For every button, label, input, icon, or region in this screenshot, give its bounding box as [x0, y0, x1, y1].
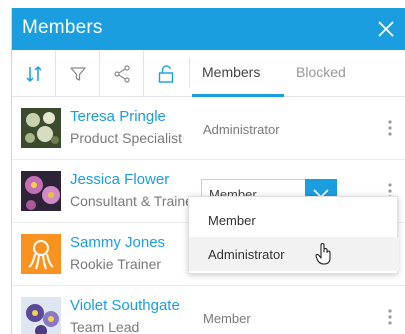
panel-title: Members — [22, 17, 103, 38]
member-title: Team Lead — [70, 319, 140, 334]
avatar — [21, 297, 61, 334]
sort-button[interactable] — [12, 50, 56, 97]
filter-button[interactable] — [56, 50, 100, 97]
share-button[interactable] — [100, 50, 144, 97]
avatar — [21, 234, 61, 274]
member-title: Consultant & Trainer — [70, 193, 198, 209]
member-row[interactable]: Teresa Pringle Product Specialist Admini… — [12, 97, 405, 160]
avatar — [21, 171, 61, 211]
filter-icon — [69, 66, 86, 81]
member-title: Rookie Trainer — [70, 256, 162, 272]
role-dropdown-menu: Member Administrator — [188, 196, 399, 274]
role-option-member[interactable]: Member — [189, 203, 399, 237]
unlock-button[interactable] — [144, 50, 188, 97]
more-options-icon[interactable] — [387, 308, 393, 326]
more-options-icon[interactable] — [387, 119, 393, 137]
role-option-administrator[interactable]: Administrator — [189, 237, 399, 271]
share-icon — [113, 64, 130, 83]
tab-blocked[interactable]: Blocked — [296, 64, 346, 80]
member-role[interactable]: Member — [203, 311, 251, 326]
hand-cursor-icon — [315, 243, 331, 265]
members-panel: Members Members Blocked Teresa Pringle P… — [11, 8, 405, 334]
panel-header: Members — [12, 8, 405, 50]
member-role[interactable]: Administrator — [203, 122, 280, 137]
unlock-icon — [158, 64, 174, 83]
member-row[interactable]: Violet Southgate Team Lead Member — [12, 286, 405, 334]
toolbar-divider — [189, 58, 190, 88]
avatar — [21, 108, 61, 148]
member-name[interactable]: Violet Southgate — [70, 297, 180, 314]
close-icon[interactable] — [376, 19, 396, 39]
tab-members[interactable]: Members — [202, 64, 260, 80]
sort-icon — [25, 65, 42, 82]
member-name[interactable]: Teresa Pringle — [70, 108, 166, 125]
member-name[interactable]: Sammy Jones — [70, 234, 165, 251]
member-title: Product Specialist — [70, 130, 183, 146]
member-name[interactable]: Jessica Flower — [70, 171, 169, 188]
toolbar: Members Blocked — [12, 50, 405, 97]
